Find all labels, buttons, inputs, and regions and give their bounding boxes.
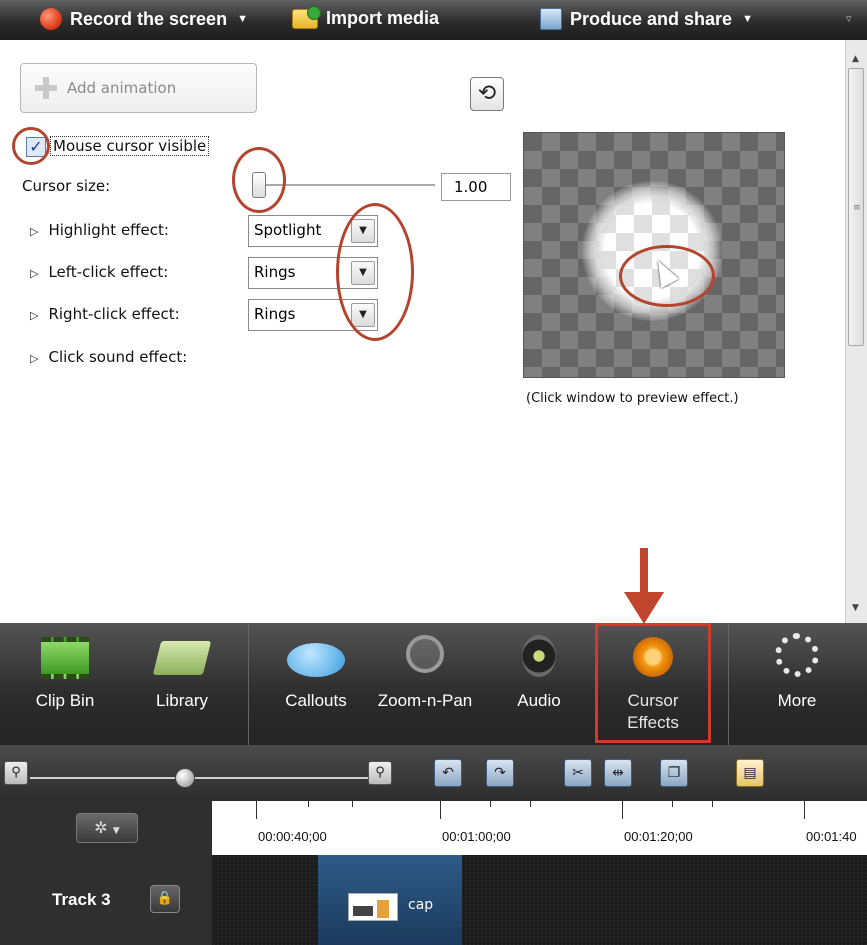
main-toolbar: Record the screen ▼ Import media Produce… bbox=[0, 0, 867, 40]
scroll-thumb[interactable]: ≡ bbox=[848, 68, 864, 346]
copy-icon[interactable]: ❐ bbox=[660, 759, 688, 787]
cursor-size-value[interactable]: 1.00 bbox=[441, 173, 511, 201]
right-click-effect-text: Right-click effect: bbox=[48, 305, 180, 323]
zoom-out-icon[interactable]: ⚲ bbox=[4, 761, 28, 785]
reset-button[interactable]: ⟲ bbox=[470, 77, 504, 111]
scroll-up-icon[interactable]: ▲ bbox=[852, 54, 859, 64]
zoom-slider-thumb[interactable] bbox=[175, 768, 195, 788]
tab-audio[interactable]: Audio bbox=[488, 623, 590, 745]
expand-icon: ▷ bbox=[30, 352, 39, 365]
track-options-button[interactable]: ✲ ▼ bbox=[76, 813, 138, 843]
annotation-arrow-icon bbox=[624, 548, 664, 624]
timeline-ruler[interactable]: 00:00:40;00 00:01:00;00 00:01:20;00 00:0… bbox=[212, 801, 867, 855]
annotation-circle-slider bbox=[232, 147, 286, 213]
library-folder-icon bbox=[152, 641, 212, 675]
time-label: 00:00:40;00 bbox=[258, 829, 327, 844]
time-label: 00:01:20;00 bbox=[624, 829, 693, 844]
speaker-icon bbox=[522, 635, 556, 677]
tab-label: Library bbox=[156, 691, 208, 710]
highlight-effect-value: Spotlight bbox=[254, 221, 322, 239]
reset-icon: ⟲ bbox=[477, 81, 497, 106]
tab-cursor-effects[interactable]: Cursor Effects bbox=[595, 623, 711, 743]
chevron-down-icon: ▼ bbox=[237, 13, 248, 25]
track-label: Track 3 bbox=[52, 890, 111, 909]
record-icon bbox=[40, 8, 62, 30]
record-screen-menu[interactable]: Record the screen ▼ bbox=[40, 8, 248, 30]
undo-icon[interactable]: ↶ bbox=[434, 759, 462, 787]
add-animation-button[interactable]: Add animation bbox=[20, 63, 257, 113]
cursor-size-label: Cursor size: bbox=[22, 177, 111, 195]
paste-icon[interactable]: ▤ bbox=[736, 759, 764, 787]
scroll-down-icon[interactable]: ▼ bbox=[852, 603, 859, 613]
tab-label: Clip Bin bbox=[35, 691, 95, 710]
tab-callouts[interactable]: Callouts bbox=[262, 623, 370, 745]
cursor-effects-icon bbox=[633, 637, 673, 677]
annotation-circle-preview-cursor bbox=[619, 245, 715, 307]
produce-icon bbox=[540, 8, 562, 30]
clip-label: cap bbox=[408, 897, 434, 913]
click-sound-effect-label[interactable]: ▷ Click sound effect: bbox=[30, 348, 187, 366]
time-label: 00:01:40 bbox=[806, 829, 857, 844]
plus-icon bbox=[35, 77, 57, 99]
right-click-effect-value: Rings bbox=[254, 305, 296, 323]
redo-icon[interactable]: ↷ bbox=[486, 759, 514, 787]
chevron-down-icon: ▼ bbox=[112, 826, 120, 836]
cursor-effects-label: Cursor Effects bbox=[627, 691, 679, 732]
mouse-cursor-visible-label: Mouse cursor visible bbox=[50, 136, 210, 156]
tab-library[interactable]: Library bbox=[128, 623, 236, 745]
left-click-effect-value: Rings bbox=[254, 263, 296, 281]
cursor-size-slider-track[interactable] bbox=[265, 184, 435, 186]
add-animation-label: Add animation bbox=[67, 79, 177, 97]
right-click-effect-label[interactable]: ▷ Right-click effect: bbox=[30, 305, 180, 323]
left-click-effect-label[interactable]: ▷ Left-click effect: bbox=[30, 263, 168, 281]
tab-more[interactable]: More bbox=[742, 623, 852, 745]
track-area[interactable] bbox=[212, 855, 867, 945]
gear-icon: ✲ bbox=[94, 818, 108, 837]
preview-hint: (Click window to preview effect.) bbox=[526, 391, 739, 406]
import-label: Import media bbox=[326, 8, 440, 28]
film-icon bbox=[41, 637, 89, 679]
annotation-circle-dropdowns bbox=[336, 203, 414, 341]
highlight-effect-text: Highlight effect: bbox=[48, 221, 169, 239]
tab-label: Zoom-n-Pan bbox=[377, 691, 473, 710]
lock-icon[interactable]: 🔒 bbox=[150, 885, 180, 913]
expand-icon: ▷ bbox=[30, 225, 39, 238]
speech-bubble-icon bbox=[287, 643, 345, 677]
tab-clip-bin[interactable]: Clip Bin bbox=[10, 623, 120, 745]
highlight-effect-label[interactable]: ▷ Highlight effect: bbox=[30, 221, 169, 239]
folder-icon bbox=[292, 5, 321, 29]
tab-zoom-n-pan[interactable]: Zoom-n-Pan bbox=[372, 623, 478, 745]
clip-thumbnail bbox=[348, 893, 398, 921]
left-click-effect-text: Left-click effect: bbox=[48, 263, 169, 281]
click-sound-effect-text: Click sound effect: bbox=[48, 348, 188, 366]
expand-icon: ▷ bbox=[30, 309, 39, 322]
zoom-slider-track[interactable] bbox=[30, 777, 370, 779]
chevron-down-icon: ▼ bbox=[742, 13, 753, 25]
tab-label: Cursor Effects bbox=[595, 690, 711, 734]
expand-icon: ▷ bbox=[30, 267, 39, 280]
annotation-circle-checkbox bbox=[12, 127, 50, 165]
split-icon[interactable]: ⇹ bbox=[604, 759, 632, 787]
import-media-button[interactable]: Import media bbox=[292, 5, 440, 29]
record-label: Record the screen bbox=[70, 8, 228, 29]
tab-label: Callouts bbox=[285, 691, 347, 710]
tab-label: More bbox=[777, 691, 817, 710]
cut-icon[interactable]: ✂ bbox=[564, 759, 592, 787]
overflow-icon[interactable]: ▿ bbox=[846, 12, 852, 25]
produce-share-menu[interactable]: Produce and share ▼ bbox=[540, 8, 753, 30]
magnifier-icon bbox=[406, 635, 444, 673]
zoom-in-icon[interactable]: ⚲ bbox=[368, 761, 392, 785]
more-dots-icon bbox=[775, 633, 819, 677]
time-label: 00:01:00;00 bbox=[442, 829, 511, 844]
tab-label: Audio bbox=[517, 691, 561, 710]
produce-label: Produce and share bbox=[570, 8, 733, 29]
